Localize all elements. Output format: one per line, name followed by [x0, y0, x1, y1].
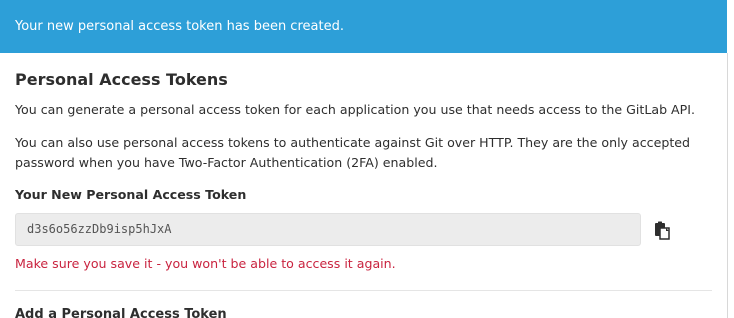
section-divider [15, 290, 712, 291]
new-token-field[interactable]: d3s6o56zzDb9isp5hJxA [15, 213, 641, 246]
page-title: Personal Access Tokens [15, 70, 228, 89]
save-token-warning: Make sure you save it - you won't be abl… [15, 256, 396, 271]
description-git-http: You can also use personal access tokens … [15, 135, 691, 170]
personal-access-tokens-page: Your new personal access token has been … [0, 0, 734, 318]
flash-message: Your new personal access token has been … [15, 19, 344, 34]
new-token-label: Your New Personal Access Token [15, 187, 247, 202]
content-border [727, 53, 728, 318]
new-token-value[interactable]: d3s6o56zzDb9isp5hJxA [27, 222, 172, 236]
clipboard-icon [655, 221, 670, 240]
description-api: You can generate a personal access token… [15, 102, 695, 117]
copy-token-button[interactable] [651, 220, 673, 242]
add-token-title: Add a Personal Access Token [15, 307, 227, 318]
flash-notice: Your new personal access token has been … [0, 0, 727, 53]
